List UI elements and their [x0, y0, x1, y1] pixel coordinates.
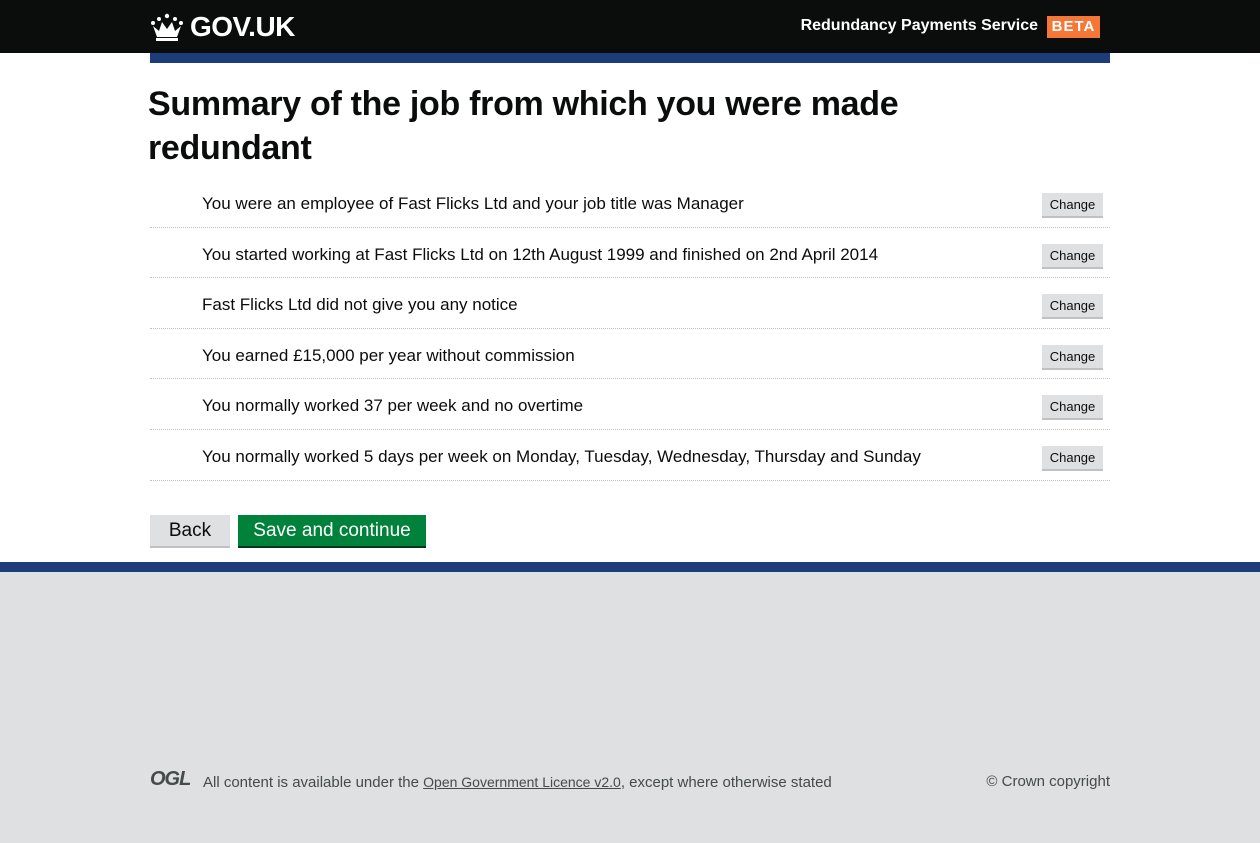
- service-name[interactable]: Redundancy Payments Service: [801, 15, 1038, 37]
- licence-link[interactable]: Open Government Licence v2.0: [423, 774, 621, 790]
- header-underline: [150, 53, 1110, 63]
- ogl-logo: OGL: [150, 768, 191, 790]
- licence-text: All content is available under the Open …: [203, 772, 832, 793]
- summary-row-text: Fast Flicks Ltd did not give you any not…: [202, 295, 518, 315]
- summary-row-employer: You were an employee of Fast Flicks Ltd …: [150, 177, 1110, 228]
- change-employer-button[interactable]: Change: [1042, 193, 1103, 218]
- govuk-logo-link[interactable]: GOV.UK: [150, 10, 295, 44]
- crown-icon: [151, 13, 183, 41]
- summary-row-text: You normally worked 37 per week and no o…: [202, 396, 584, 416]
- summary-row-text: You were an employee of Fast Flicks Ltd …: [202, 194, 744, 213]
- global-footer: OGL All content is available under the O…: [0, 562, 1260, 843]
- summary-row-dates: You started working at Fast Flicks Ltd o…: [150, 228, 1110, 279]
- change-earnings-button[interactable]: Change: [1042, 344, 1103, 370]
- back-button[interactable]: Back: [150, 515, 230, 548]
- summary-row-hours: You normally worked 37 per week and no o…: [150, 379, 1110, 430]
- change-days-button[interactable]: Change: [1042, 445, 1103, 471]
- save-and-continue-button[interactable]: Save and continue: [238, 515, 426, 548]
- summary-list: You were an employee of Fast Flicks Ltd …: [150, 177, 1110, 481]
- change-dates-button[interactable]: Change: [1042, 243, 1103, 269]
- licence-suffix: , except where otherwise stated: [620, 774, 832, 791]
- summary-row-text: You started working at Fast Flicks Ltd o…: [202, 244, 879, 264]
- summary-row-text: You earned £15,000 per year without comm…: [202, 345, 575, 365]
- summary-row-earnings: You earned £15,000 per year without comm…: [150, 329, 1110, 380]
- summary-row-text: You normally worked 5 days per week on M…: [202, 446, 921, 466]
- change-notice-button[interactable]: Change: [1042, 294, 1103, 320]
- licence-prefix: All content is available under the: [203, 774, 424, 791]
- crown-copyright[interactable]: © Crown copyright: [986, 773, 1110, 790]
- global-header: GOV.UK Redundancy Payments Service BETA: [0, 0, 1260, 53]
- logo-text: GOV.UK: [190, 11, 295, 42]
- phase-tag: BETA: [1047, 16, 1100, 38]
- change-hours-button[interactable]: Change: [1042, 395, 1103, 421]
- page-title: Summary of the job from which you were m…: [148, 85, 899, 167]
- summary-row-days: You normally worked 5 days per week on M…: [150, 430, 1110, 481]
- summary-row-notice: Fast Flicks Ltd did not give you any not…: [150, 278, 1110, 329]
